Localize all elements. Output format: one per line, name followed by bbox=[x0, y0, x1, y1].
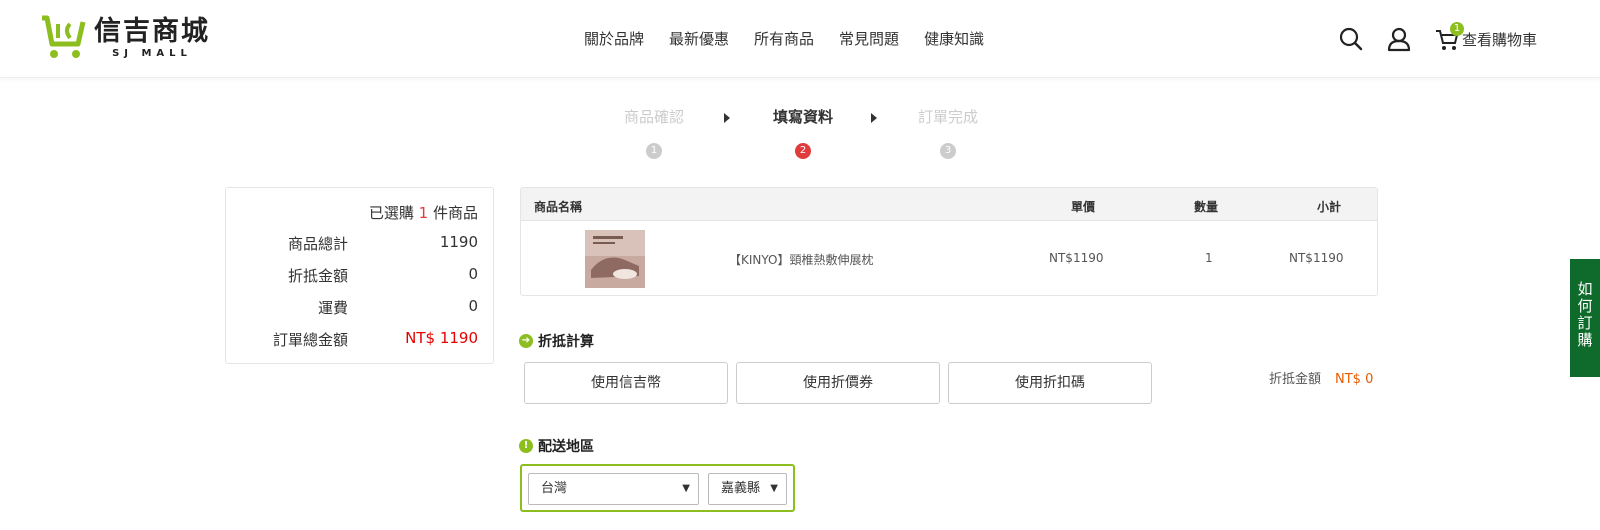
use-discount-code-button[interactable]: 使用折扣碼 bbox=[948, 362, 1152, 404]
step-product-confirm: 商品確認 1 bbox=[609, 106, 699, 159]
summary-row-total: 訂單總金額 NT$ 1190 bbox=[226, 329, 493, 349]
main-nav: 關於品牌 最新優惠 所有商品 常見問題 健康知識 bbox=[584, 28, 1009, 49]
step-arrow-icon bbox=[724, 113, 730, 123]
logo-name: 信吉商城 bbox=[94, 16, 210, 47]
cart-label: 查看購物車 bbox=[1462, 30, 1538, 49]
cart-count-badge: 1 bbox=[1450, 22, 1464, 36]
product-name[interactable]: 【KINYO】頸椎熱敷伸展枕 bbox=[729, 251, 874, 268]
summary-value: 0 bbox=[468, 297, 478, 315]
summary-value: 1190 bbox=[439, 233, 478, 251]
summary-label: 商品總計 bbox=[287, 235, 348, 253]
county-select[interactable]: 嘉義縣 ▼ bbox=[708, 473, 787, 505]
chevron-down-icon: ▼ bbox=[682, 483, 690, 494]
nav-faq[interactable]: 常見問題 bbox=[839, 28, 899, 49]
product-subtotal: NT$1190 bbox=[1289, 251, 1344, 265]
nav-all-products[interactable]: 所有商品 bbox=[754, 28, 814, 49]
step-label: 訂單完成 bbox=[917, 108, 978, 126]
use-sj-coin-button[interactable]: 使用信吉幣 bbox=[524, 362, 728, 404]
step-label: 填寫資料 bbox=[772, 108, 833, 126]
step-arrow-icon bbox=[871, 113, 877, 123]
step-order-complete: 訂單完成 3 bbox=[903, 106, 993, 159]
product-table: 商品名稱 單價 數量 小計 【KINYO】頸椎熱敷伸展枕 NT$1190 1 N… bbox=[520, 187, 1378, 296]
product-price: NT$1190 bbox=[1049, 251, 1104, 265]
nav-about-brand[interactable]: 關於品牌 bbox=[584, 28, 644, 49]
logo[interactable]: 信吉商城 SJ MALL bbox=[38, 14, 210, 62]
step-number: 3 bbox=[940, 143, 956, 159]
product-image[interactable] bbox=[585, 230, 645, 288]
summary-label: 訂單總金額 bbox=[272, 331, 348, 349]
discount-amount-value: NT$ 0 bbox=[1335, 372, 1374, 387]
chevron-down-icon: ▼ bbox=[770, 483, 778, 494]
delivery-title: 配送地區 bbox=[538, 439, 594, 455]
summary-value: 0 bbox=[468, 265, 478, 283]
product-qty: 1 bbox=[1205, 251, 1213, 265]
col-header-qty: 數量 bbox=[1194, 200, 1219, 214]
arrow-circle-icon: ➔ bbox=[519, 334, 533, 348]
table-row: 【KINYO】頸椎熱敷伸展枕 NT$1190 1 NT$1190 bbox=[521, 221, 1377, 295]
step-label: 商品確認 bbox=[623, 108, 684, 126]
nav-health-knowledge[interactable]: 健康知識 bbox=[924, 28, 984, 49]
user-icon[interactable] bbox=[1386, 26, 1412, 52]
country-value: 台灣 bbox=[541, 481, 568, 496]
col-header-price: 單價 bbox=[1071, 200, 1096, 214]
summary-head-pre: 已選購 bbox=[368, 204, 419, 222]
discount-section-title: ➔ 折抵計算 bbox=[519, 331, 594, 351]
step-fill-info: 填寫資料 2 bbox=[758, 106, 848, 159]
selected-count-text: 已選購 1 件商品 bbox=[369, 202, 478, 223]
step-number: 2 bbox=[795, 143, 811, 159]
table-header: 商品名稱 單價 數量 小計 bbox=[521, 188, 1377, 221]
summary-row-subtotal: 商品總計 1190 bbox=[226, 233, 493, 253]
discount-amount-label: 折抵金額 bbox=[1269, 372, 1322, 387]
view-cart-button[interactable]: 1 查看購物車 bbox=[1434, 22, 1538, 52]
selected-count: 1 bbox=[418, 204, 429, 222]
county-value: 嘉義縣 bbox=[721, 481, 761, 496]
how-to-order-tab[interactable]: 如何訂購 bbox=[1570, 259, 1600, 377]
how-to-order-label: 如何訂購 bbox=[1577, 280, 1593, 349]
order-total-value: NT$ 1190 bbox=[405, 329, 478, 347]
step-number: 1 bbox=[646, 143, 662, 159]
discount-amount: 折抵金額 NT$ 0 bbox=[1269, 368, 1373, 387]
exclamation-circle-icon: ! bbox=[519, 439, 533, 453]
summary-label: 折抵金額 bbox=[287, 267, 348, 285]
discount-title: 折抵計算 bbox=[538, 334, 594, 350]
search-icon[interactable] bbox=[1338, 26, 1364, 52]
summary-row-shipping: 運費 0 bbox=[226, 297, 493, 317]
use-coupon-button[interactable]: 使用折價券 bbox=[736, 362, 940, 404]
col-header-name: 商品名稱 bbox=[534, 200, 583, 214]
delivery-section-title: ! 配送地區 bbox=[519, 436, 594, 456]
order-summary: 已選購 1 件商品 商品總計 1190 折抵金額 0 運費 0 訂單總金額 NT… bbox=[225, 187, 494, 364]
summary-head-post: 件商品 bbox=[428, 204, 478, 222]
country-select[interactable]: 台灣 ▼ bbox=[528, 473, 699, 505]
summary-label: 運費 bbox=[317, 299, 348, 317]
col-header-subtotal: 小計 bbox=[1317, 200, 1342, 214]
site-header: 信吉商城 SJ MALL 關於品牌 最新優惠 所有商品 常見問題 健康知識 1 … bbox=[0, 0, 1600, 78]
nav-latest-offers[interactable]: 最新優惠 bbox=[669, 28, 729, 49]
summary-row-discount: 折抵金額 0 bbox=[226, 265, 493, 285]
logo-mark-icon bbox=[38, 14, 88, 62]
delivery-region-box: 台灣 ▼ 嘉義縣 ▼ bbox=[520, 464, 795, 512]
logo-sub: SJ MALL bbox=[112, 48, 192, 59]
